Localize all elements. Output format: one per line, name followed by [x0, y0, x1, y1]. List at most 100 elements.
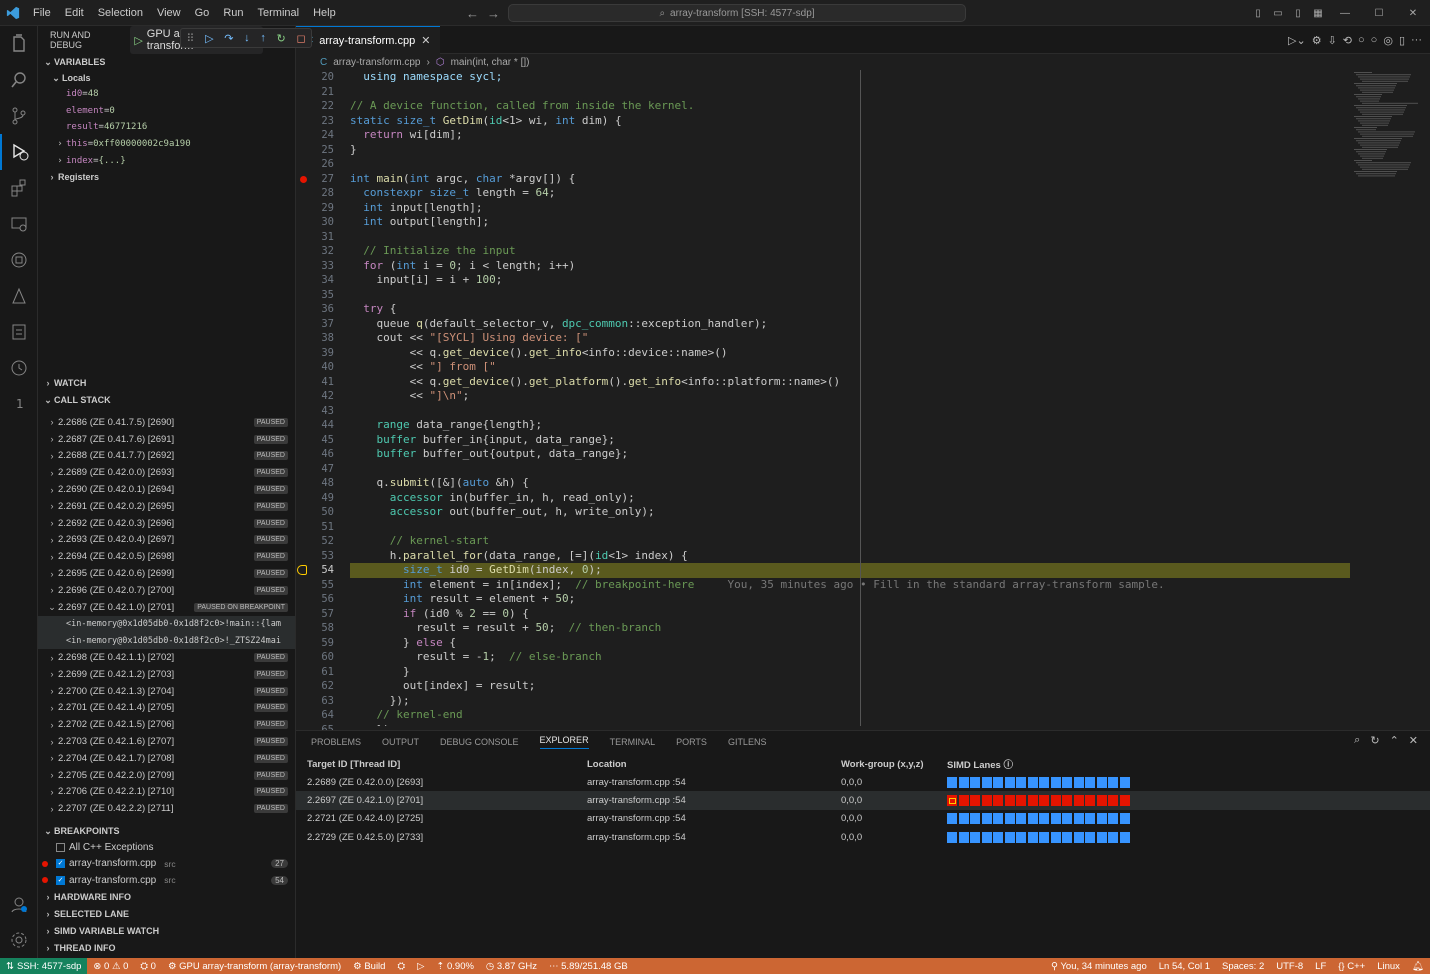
line-number[interactable]: 25	[296, 143, 350, 158]
code-line[interactable]: << "]\n";	[350, 389, 1350, 404]
simd-lane[interactable]	[1096, 831, 1107, 843]
code-line[interactable]: // kernel-start	[350, 534, 1350, 549]
prev-change-icon[interactable]: ○	[1358, 34, 1365, 46]
drag-handle-icon[interactable]: ⠿	[186, 32, 194, 45]
simd-lane[interactable]	[993, 776, 1003, 788]
code-line[interactable]: range data_range{length};	[350, 418, 1350, 433]
line-number[interactable]: 42	[296, 389, 350, 404]
thread-row[interactable]: › 2.2703 (ZE 0.42.1.6) [2707] PAUSED	[38, 733, 295, 750]
variable-row[interactable]: element = 0	[38, 103, 295, 120]
line-number[interactable]: 41	[296, 375, 350, 390]
panel-tab-gitlens[interactable]: GITLENS	[728, 737, 767, 747]
thread-row[interactable]: › 2.2706 (ZE 0.42.2.1) [2710] PAUSED	[38, 784, 295, 801]
panel-tab-terminal[interactable]: TERMINAL	[610, 737, 656, 747]
line-number[interactable]: 20	[296, 70, 350, 85]
registers-scope[interactable]: › Registers	[38, 169, 295, 185]
menu-terminal[interactable]: Terminal	[251, 0, 307, 26]
panel-tab-ports[interactable]: PORTS	[676, 737, 707, 747]
toggle-sidebar-icon[interactable]: ▯	[1248, 8, 1268, 19]
simd-lane[interactable]	[1039, 776, 1049, 788]
menu-run[interactable]: Run	[216, 0, 250, 26]
code-line[interactable]: });	[350, 723, 1350, 727]
simd-lane[interactable]	[993, 813, 1003, 825]
code-line[interactable]: int input[length];	[350, 201, 1350, 216]
simd-lane[interactable]	[1027, 776, 1038, 788]
minimap[interactable]	[1350, 70, 1422, 190]
code-line[interactable]: accessor in(buffer_in, h, read_only);	[350, 491, 1350, 506]
line-number[interactable]: 51	[296, 520, 350, 535]
simd-lane[interactable]	[958, 813, 969, 825]
simd-lane[interactable]	[947, 831, 957, 843]
line-number[interactable]: 33	[296, 259, 350, 274]
simd-lane[interactable]	[970, 795, 980, 807]
line-number[interactable]: 54	[296, 563, 350, 578]
simd-lane[interactable]	[958, 795, 969, 807]
toggle-panel-icon[interactable]: ▭	[1268, 8, 1288, 19]
line-number[interactable]: 57	[296, 607, 350, 622]
thread-row[interactable]: › 2.2694 (ZE 0.42.0.5) [2698] PAUSED	[38, 548, 295, 565]
code-line[interactable]: }	[350, 143, 1350, 158]
thread-row[interactable]: › 2.2693 (ZE 0.42.0.4) [2697] PAUSED	[38, 532, 295, 549]
code-line[interactable]: << "] from ["	[350, 360, 1350, 375]
breakpoints-section-header[interactable]: ⌄ BREAKPOINTS	[38, 823, 295, 839]
code-line[interactable]: for (int i = 0; i < length; i++)	[350, 259, 1350, 274]
remote-indicator[interactable]: ⇅ SSH: 4577-sdp	[0, 958, 88, 974]
close-icon[interactable]: ✕	[1409, 734, 1418, 747]
line-number[interactable]: 47	[296, 462, 350, 477]
simd-lane[interactable]	[1027, 795, 1038, 807]
thread-row[interactable]: › 2.2705 (ZE 0.42.2.0) [2709] PAUSED	[38, 767, 295, 784]
variable-row[interactable]: id0 = 48	[38, 86, 295, 103]
code-line[interactable]: return wi[dim];	[350, 128, 1350, 143]
thread-row[interactable]: › 2.2687 (ZE 0.41.7.6) [2691] PAUSED	[38, 431, 295, 448]
save-icon[interactable]: ⇩	[1328, 34, 1337, 47]
simd-lane[interactable]	[1050, 813, 1061, 825]
locals-scope[interactable]: ⌄ Locals	[38, 70, 295, 86]
indentation-status[interactable]: Spaces: 2	[1216, 961, 1270, 972]
line-number[interactable]: 34	[296, 273, 350, 288]
simd-lane[interactable]	[1096, 776, 1107, 788]
code-line[interactable]: static size_t GetDim(id<1> wi, int dim) …	[350, 114, 1350, 129]
run-debug-icon[interactable]	[0, 134, 38, 170]
code-line[interactable]: buffer buffer_in{input, data_range};	[350, 433, 1350, 448]
panel-tab-output[interactable]: OUTPUT	[382, 737, 419, 747]
simd-lane[interactable]	[1119, 776, 1130, 788]
line-number[interactable]: 50	[296, 505, 350, 520]
refresh-icon[interactable]: ↻	[1370, 734, 1379, 747]
simd-lane[interactable]	[1016, 776, 1026, 788]
breakpoint-item[interactable]: ✓ array-transform.cpp src 54	[38, 872, 295, 889]
code-line[interactable]: accessor out(buffer_out, h, write_only);	[350, 505, 1350, 520]
remote-explorer-icon[interactable]	[0, 206, 38, 242]
line-number[interactable]: 37	[296, 317, 350, 332]
panel-tab-problems[interactable]: PROBLEMS	[311, 737, 361, 747]
code-line[interactable]	[350, 230, 1350, 245]
callstack-section-header[interactable]: ⌄ CALL STACK	[38, 392, 295, 408]
code-line[interactable]: << q.get_device().get_platform().get_inf…	[350, 375, 1350, 390]
debug-target-status[interactable]: ⚙ GPU array-transform (array-transform)	[162, 961, 347, 972]
line-number[interactable]: 40	[296, 360, 350, 375]
more-actions-icon[interactable]: ···	[1411, 34, 1422, 46]
simd-lane[interactable]	[1108, 813, 1118, 825]
simd-lane[interactable]	[981, 776, 992, 788]
simd-lane[interactable]	[1039, 831, 1049, 843]
timeline-icon[interactable]	[0, 350, 38, 386]
code-line[interactable]	[350, 462, 1350, 477]
simd-lane[interactable]	[1073, 776, 1084, 788]
thread-row[interactable]: › 2.2702 (ZE 0.42.1.5) [2706] PAUSED	[38, 716, 295, 733]
variables-section-header[interactable]: ⌄ VARIABLES	[38, 54, 295, 70]
simd-lane[interactable]	[1085, 776, 1095, 788]
tab-array-transform[interactable]: C array-transform.cpp ✕	[296, 26, 441, 54]
code-line[interactable]: using namespace sycl;	[350, 70, 1350, 85]
language-status[interactable]: {} C++	[1332, 961, 1371, 972]
simd-lane[interactable]	[1027, 813, 1038, 825]
os-status[interactable]: Linux	[1371, 961, 1406, 972]
simd-lane[interactable]	[1016, 831, 1026, 843]
simd-lane[interactable]	[981, 795, 992, 807]
line-number[interactable]: 45	[296, 433, 350, 448]
build-status[interactable]: ⚙ Build	[347, 961, 391, 972]
simd-lane[interactable]	[1108, 795, 1118, 807]
section-selected-lane[interactable]: › SELECTED LANE	[38, 906, 295, 923]
simd-lane[interactable]	[1119, 813, 1130, 825]
watch-section-header[interactable]: › WATCH	[38, 375, 295, 391]
breakpoint-all-exceptions[interactable]: All C++ Exceptions	[38, 839, 295, 856]
simd-lane[interactable]	[993, 795, 1003, 807]
